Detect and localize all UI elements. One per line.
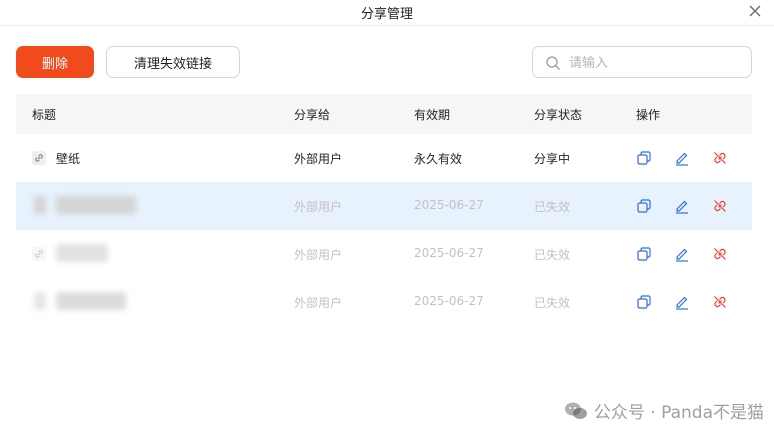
- column-header-actions: 操作: [636, 108, 661, 122]
- edit-icon[interactable]: [674, 198, 690, 214]
- row-expiry: 2025-06-27: [414, 198, 484, 212]
- dialog-title-bar: 分享管理: [0, 0, 774, 26]
- link-icon: [32, 247, 46, 261]
- row-title[interactable]: 壁纸: [56, 150, 80, 167]
- row-title-redacted[interactable]: [56, 292, 126, 310]
- row-share-to: 外部用户: [294, 248, 343, 262]
- watermark: 公众号 · Panda不是猫: [564, 398, 764, 423]
- search-input[interactable]: [569, 52, 745, 74]
- row-status: 已失效: [534, 200, 571, 214]
- unlink-icon[interactable]: [712, 150, 728, 166]
- search-icon: [545, 55, 561, 71]
- edit-icon[interactable]: [674, 246, 690, 262]
- row-status: 分享中: [534, 152, 571, 166]
- table-row[interactable]: 外部用户 2025-06-27 已失效: [16, 230, 752, 278]
- link-icon: [32, 151, 46, 165]
- column-header-expiry: 有效期: [414, 108, 451, 122]
- row-share-to: 外部用户: [294, 200, 343, 214]
- watermark-text: 公众号 · Panda不是猫: [593, 403, 764, 423]
- column-header-status: 分享状态: [534, 108, 583, 122]
- unlink-icon[interactable]: [712, 294, 728, 310]
- row-expiry: 永久有效: [414, 152, 463, 166]
- copy-icon[interactable]: [636, 150, 652, 166]
- row-title-redacted[interactable]: [56, 244, 108, 262]
- link-icon: [34, 292, 46, 310]
- search-box: [532, 46, 752, 78]
- link-icon: [34, 196, 46, 214]
- row-status: 已失效: [534, 296, 571, 310]
- edit-icon[interactable]: [674, 150, 690, 166]
- table-row[interactable]: 外部用户 2025-06-27 已失效: [16, 278, 752, 326]
- row-share-to: 外部用户: [294, 296, 343, 310]
- column-header-share-to: 分享给: [294, 108, 331, 122]
- copy-icon[interactable]: [636, 294, 652, 310]
- edit-icon[interactable]: [674, 294, 690, 310]
- clean-invalid-links-button[interactable]: 清理失效链接: [106, 46, 240, 78]
- row-title-redacted[interactable]: [56, 196, 136, 214]
- copy-icon[interactable]: [636, 246, 652, 262]
- unlink-icon[interactable]: [712, 246, 728, 262]
- delete-button[interactable]: 删除: [16, 46, 94, 78]
- close-icon[interactable]: [746, 2, 764, 20]
- copy-icon[interactable]: [636, 198, 652, 214]
- row-share-to: 外部用户: [294, 152, 343, 166]
- row-status: 已失效: [534, 248, 571, 262]
- wechat-icon: [564, 401, 588, 421]
- table-row[interactable]: 壁纸 外部用户 永久有效 分享中: [16, 134, 752, 182]
- row-expiry: 2025-06-27: [414, 246, 484, 260]
- unlink-icon[interactable]: [712, 198, 728, 214]
- table-row[interactable]: 外部用户 2025-06-27 已失效: [16, 182, 752, 230]
- table-header: 标题 分享给 有效期 分享状态 操作: [16, 94, 752, 134]
- dialog-title: 分享管理: [360, 7, 413, 22]
- row-expiry: 2025-06-27: [414, 294, 484, 308]
- column-header-title: 标题: [32, 108, 57, 122]
